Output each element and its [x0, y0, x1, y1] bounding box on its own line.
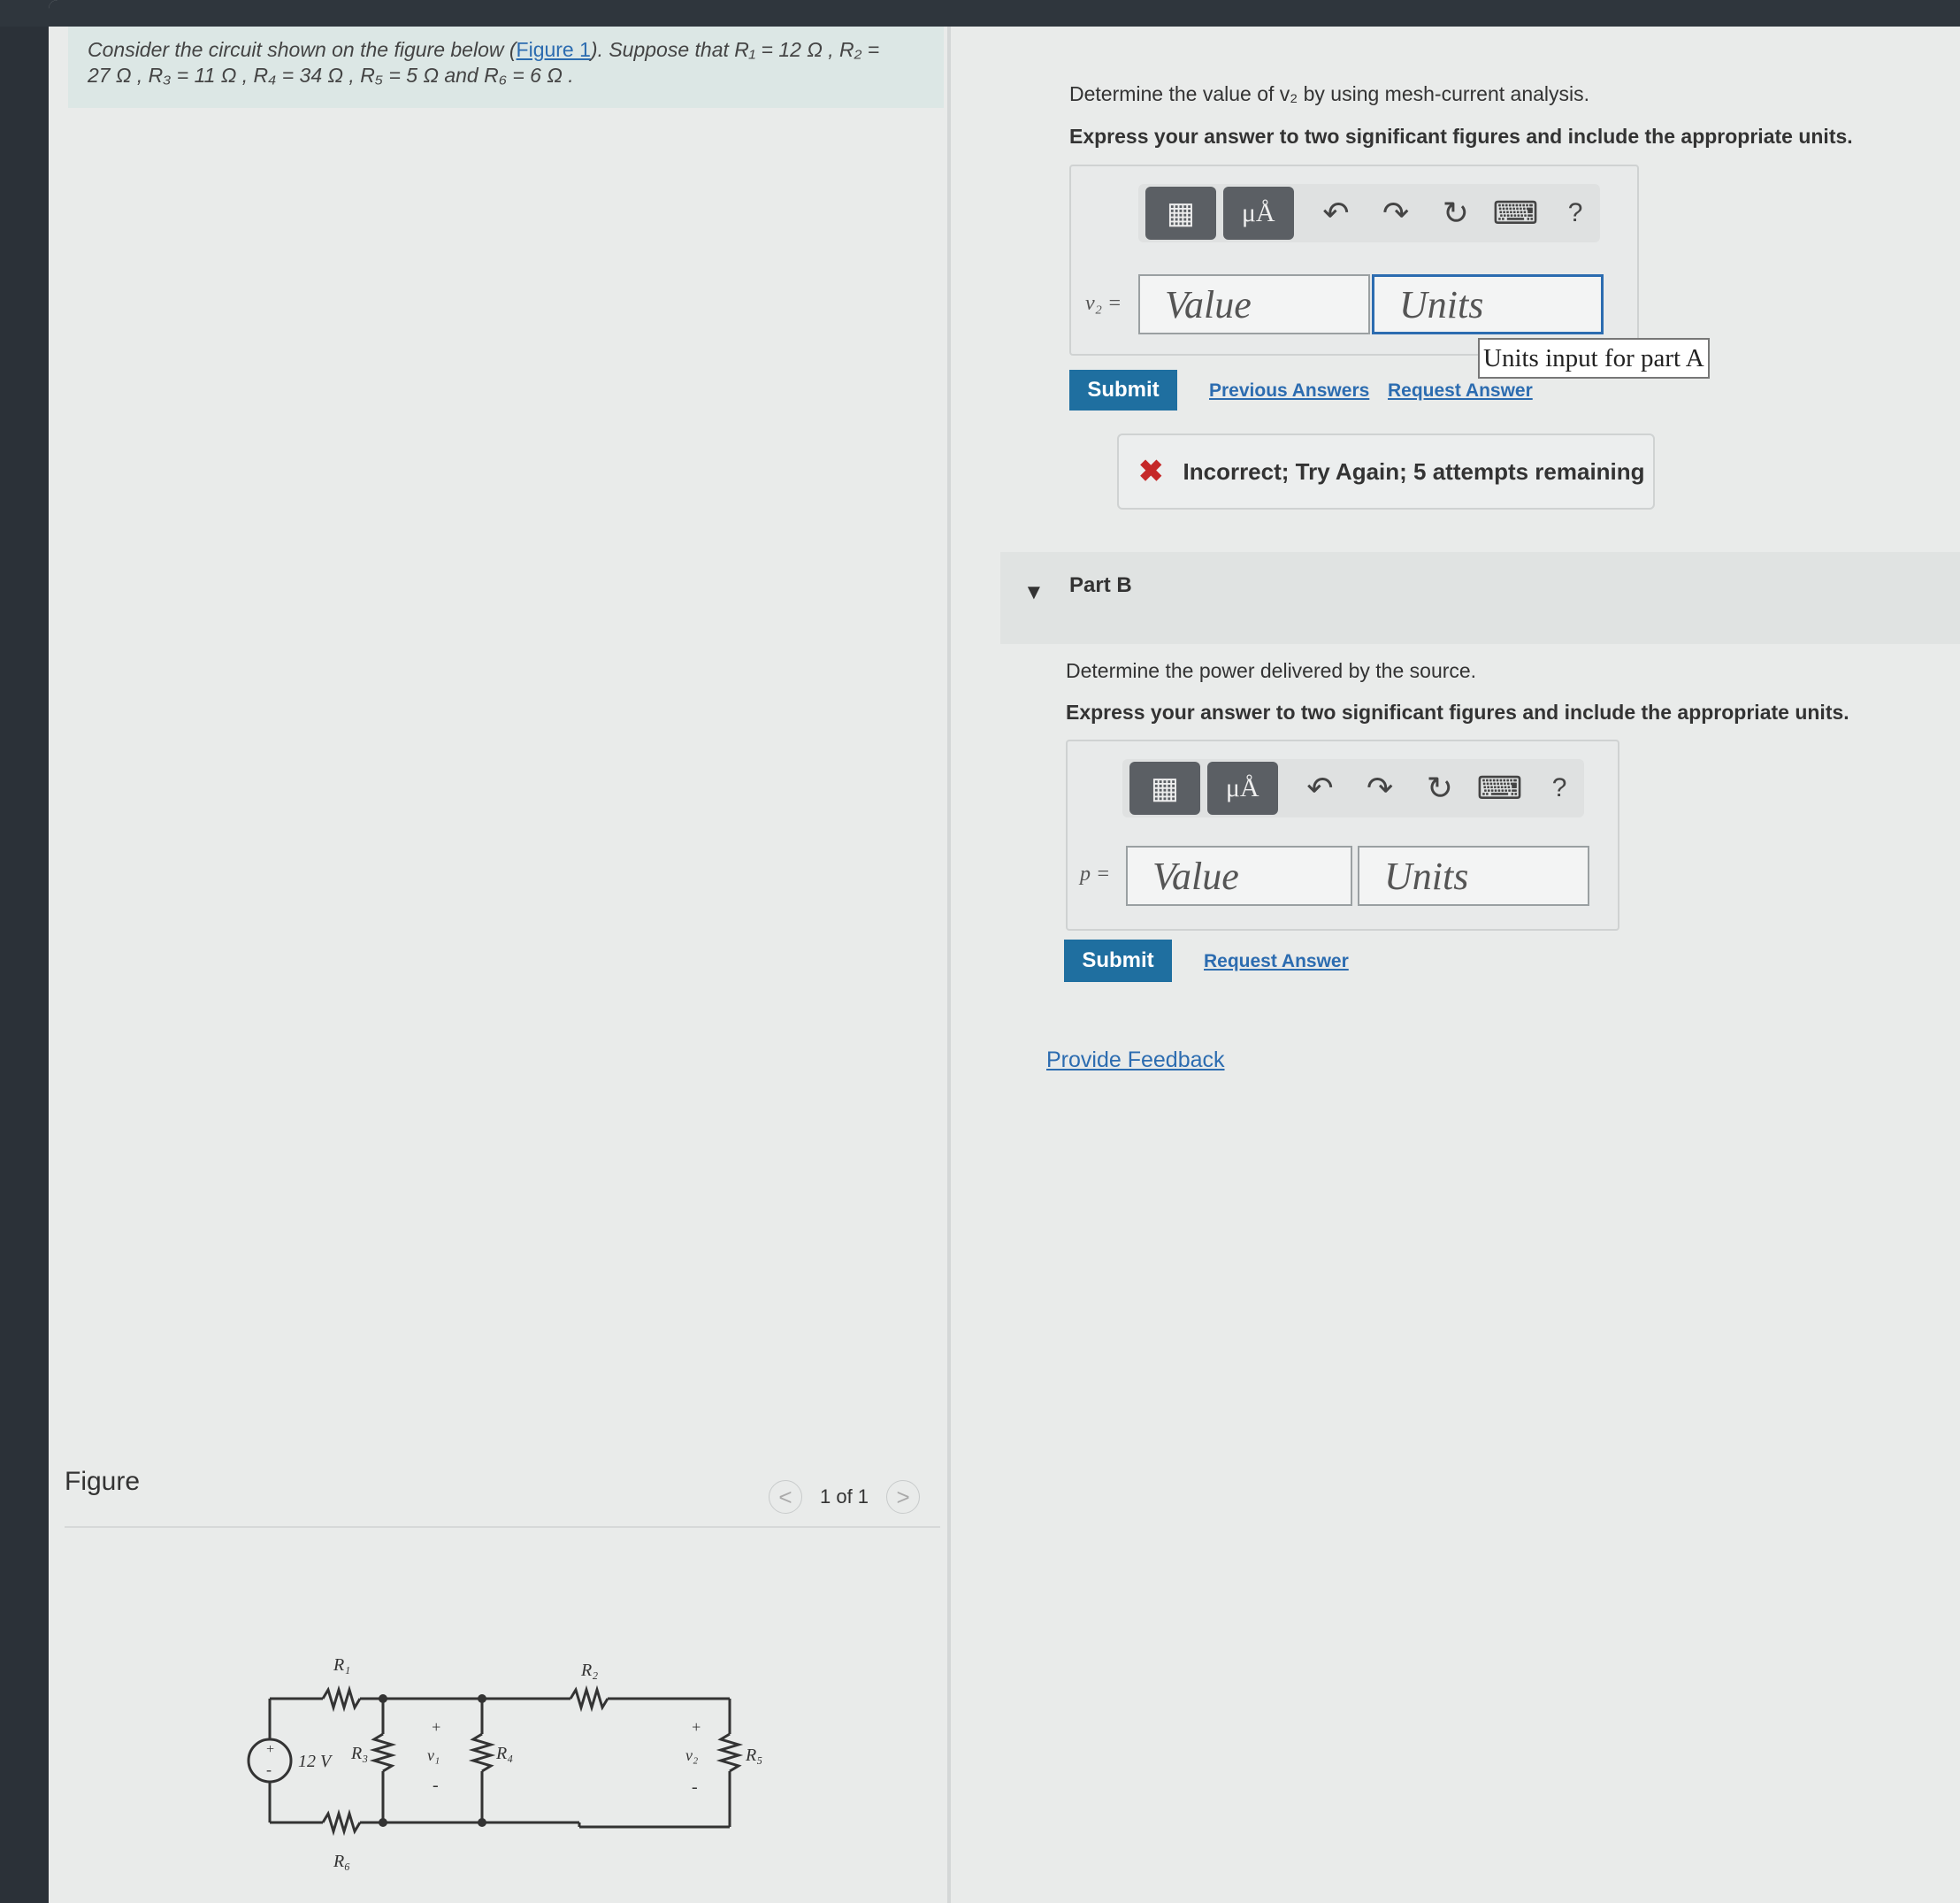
help-icon[interactable]: ? [1535, 773, 1584, 803]
previous-answers-link[interactable]: Previous Answers [1209, 380, 1369, 402]
r3-label: R₃ [350, 1744, 368, 1763]
templates-icon: ▦ [1166, 197, 1195, 230]
units-icon: μÅ [1241, 198, 1275, 227]
units-button[interactable]: μÅ [1222, 187, 1294, 240]
v1-plus: + [431, 1718, 441, 1736]
part-b-units-input[interactable]: Units [1358, 846, 1589, 906]
templates-button[interactable]: ▦ [1145, 187, 1216, 240]
source-minus: - [266, 1761, 272, 1778]
circuit-diagram: + - 12 V R₁ R₂ R₃ R₄ R₅ R₆ + v₁ - + v₂ - [247, 1655, 762, 1871]
part-a-feedback: ✖ Incorrect; Try Again; 5 attempts remai… [1117, 434, 1655, 510]
undo-icon[interactable]: ↶ [1296, 770, 1345, 807]
part-a-units-input[interactable]: Units [1372, 274, 1604, 334]
part-a-variable: v₂ = [1085, 292, 1122, 315]
r4-label: R₄ [495, 1744, 513, 1763]
v2-minus: - [692, 1777, 698, 1797]
part-a-question: Determine the value of v₂ by using mesh-… [1069, 82, 1590, 105]
provide-feedback-link[interactable]: Provide Feedback [1046, 1047, 1225, 1073]
r5-label: R₅ [745, 1746, 762, 1765]
templates-button[interactable]: ▦ [1129, 762, 1200, 815]
intro-text-suffix: ). Suppose that R₁ = 12 Ω , R₂ = [590, 38, 880, 61]
v2-label: v₂ [685, 1746, 698, 1764]
reset-icon[interactable]: ↻ [1415, 770, 1465, 807]
prev-figure-button[interactable]: < [769, 1480, 802, 1514]
panel-divider [947, 27, 951, 1903]
redo-icon[interactable]: ↷ [1371, 195, 1420, 232]
page-top-strip [49, 0, 1960, 27]
r1-label: R₁ [333, 1655, 350, 1675]
part-b-header[interactable] [1000, 552, 1960, 644]
part-a-instruction: Express your answer to two significant f… [1069, 125, 1853, 148]
source-plus: + [265, 1742, 275, 1757]
part-a-submit-button[interactable]: Submit [1069, 370, 1177, 411]
redo-icon[interactable]: ↷ [1355, 770, 1405, 807]
part-a-request-answer-link[interactable]: Request Answer [1388, 380, 1533, 402]
reset-icon[interactable]: ↻ [1431, 195, 1481, 232]
next-figure-button[interactable]: > [886, 1480, 921, 1514]
keyboard-icon[interactable]: ⌨ [1491, 195, 1541, 232]
v1-label: v₁ [427, 1746, 440, 1764]
part-b-value-input[interactable]: Value [1126, 846, 1352, 906]
error-icon: ✖ [1138, 455, 1164, 488]
part-b-title[interactable]: Part B [1069, 573, 1132, 598]
help-icon[interactable]: ? [1550, 198, 1600, 228]
v1-minus: - [433, 1776, 439, 1795]
part-b-math-toolbar: ▦ μÅ ↶ ↷ ↻ ⌨ ? [1122, 759, 1584, 817]
part-b-variable: p = [1080, 863, 1111, 886]
figure-page-count: 1 of 1 [820, 1485, 869, 1508]
figure-link[interactable]: Figure 1 [517, 38, 591, 61]
templates-icon: ▦ [1150, 772, 1179, 805]
feedback-message: Incorrect; Try Again; 5 attempts remaini… [1183, 457, 1645, 485]
figure-divider [65, 1526, 940, 1528]
v2-plus: + [691, 1718, 701, 1736]
units-button[interactable]: μÅ [1206, 762, 1278, 815]
units-tooltip: Units input for part A [1478, 338, 1710, 379]
intro-text-line2: 27 Ω , R₃ = 11 Ω , R₄ = 34 Ω , R₅ = 5 Ω … [88, 64, 574, 87]
keyboard-icon[interactable]: ⌨ [1475, 770, 1525, 807]
intro-text: Consider the circuit shown on the figure… [88, 38, 517, 61]
r6-label: R₆ [333, 1852, 350, 1871]
part-a-value-input[interactable]: Value [1138, 274, 1370, 334]
part-b-instruction: Express your answer to two significant f… [1066, 701, 1849, 724]
r2-label: R₂ [580, 1661, 598, 1680]
part-b-question: Determine the power delivered by the sou… [1066, 659, 1477, 682]
mastering-page: Consider the circuit shown on the figure… [49, 0, 1960, 1903]
chevron-down-icon[interactable]: ▼ [1023, 580, 1045, 605]
figure-pager: < 1 of 1 > [769, 1480, 921, 1514]
part-b-request-answer-link[interactable]: Request Answer [1204, 951, 1349, 972]
problem-statement: Consider the circuit shown on the figure… [68, 27, 944, 108]
units-icon: μÅ [1225, 773, 1259, 802]
source-label: 12 V [298, 1752, 333, 1771]
undo-icon[interactable]: ↶ [1312, 195, 1361, 232]
part-a-math-toolbar: ▦ μÅ ↶ ↷ ↻ ⌨ ? [1138, 184, 1600, 242]
figure-label: Figure [65, 1467, 141, 1496]
part-b-submit-button[interactable]: Submit [1064, 940, 1172, 982]
